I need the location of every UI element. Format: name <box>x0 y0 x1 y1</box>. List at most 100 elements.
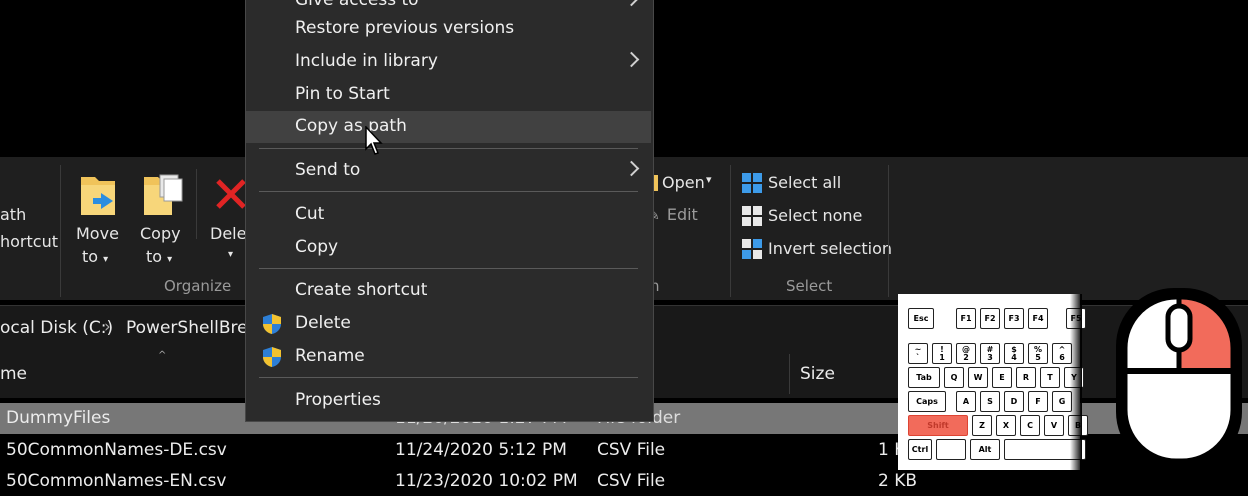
menu-item-properties[interactable]: Properties <box>246 385 651 417</box>
menu-item-label: Send to <box>295 160 361 180</box>
menu-separator <box>259 268 638 269</box>
copy-to-label2: to <box>146 247 163 266</box>
menu-item-label: Restore previous versions <box>295 18 515 38</box>
key-f3: F3 <box>1004 308 1024 329</box>
ribbon-divider <box>730 165 731 297</box>
organize-group-label: Organize <box>164 277 232 295</box>
key-esc: Esc <box>908 308 934 329</box>
uac-shield-icon <box>263 314 281 334</box>
menu-item-label: Copy as path <box>295 116 407 136</box>
menu-item-rename[interactable]: Rename <box>246 341 651 373</box>
ribbon-divider <box>60 165 61 297</box>
menu-item-pin-start[interactable]: Pin to Start <box>246 79 651 111</box>
invert-selection-icon <box>742 239 762 259</box>
key-3: # 3 <box>980 343 1000 364</box>
column-divider <box>789 354 790 394</box>
menu-separator <box>259 148 638 149</box>
select-none-button[interactable]: Select none <box>742 204 882 228</box>
edit-button[interactable]: ✎ Edit <box>648 205 698 224</box>
copy-to-label: Copy <box>140 224 181 243</box>
key-f: F <box>1028 391 1048 412</box>
menu-separator <box>259 377 638 378</box>
key-a: A <box>956 391 976 412</box>
column-size[interactable]: Size <box>800 364 835 384</box>
key-1: ! 1 <box>932 343 952 364</box>
file-type: CSV File <box>597 440 666 460</box>
file-date: 11/23/2020 10:02 PM <box>395 471 578 491</box>
menu-item-label: Include in library <box>295 51 438 71</box>
breadcrumb-powershell[interactable]: PowerShellBrea <box>126 318 258 338</box>
key-f2: F2 <box>980 308 1000 329</box>
menu-item-label: Give access to <box>295 0 419 10</box>
file-type: CSV File <box>597 471 666 491</box>
menu-item-include-library[interactable]: Include in library <box>246 46 651 78</box>
ribbon-partial-line1: ath <box>0 205 27 224</box>
key-2: @ 2 <box>956 343 976 364</box>
menu-item-label: Delete <box>295 313 351 333</box>
select-none-icon <box>742 206 762 226</box>
menu-item-send-to[interactable]: Send to <box>246 155 651 187</box>
keyboard-fade <box>1070 294 1082 470</box>
ribbon-partial-copy-path[interactable]: ath hortcut <box>0 205 58 251</box>
file-date: 11/24/2020 5:12 PM <box>395 440 567 460</box>
key-z: Z <box>972 415 992 436</box>
menu-item-label: Create shortcut <box>295 280 428 300</box>
menu-item-label: Cut <box>295 204 325 224</box>
menu-item-delete[interactable]: Delete <box>246 308 651 340</box>
breadcrumb-chevron-icon: › <box>104 317 111 337</box>
edit-label: Edit <box>666 205 698 224</box>
key-tab: Tab <box>908 367 940 388</box>
file-name: DummyFiles <box>6 408 111 428</box>
mouse-pointer-icon <box>365 126 383 155</box>
scroll-wheel-icon <box>1165 303 1193 353</box>
invert-selection-button[interactable]: Invert selection <box>742 237 892 261</box>
select-none-label: Select none <box>768 206 863 225</box>
menu-item-label: Properties <box>295 390 381 410</box>
key-x: X <box>996 415 1016 436</box>
key-g: G <box>1052 391 1072 412</box>
key-alt: Alt <box>970 439 1000 460</box>
open-label: Open <box>662 173 705 192</box>
move-to-label: Move <box>76 224 119 243</box>
invert-selection-label: Invert selection <box>768 239 893 258</box>
ribbon-divider <box>888 165 889 297</box>
menu-item-cut[interactable]: Cut <box>246 199 651 231</box>
select-group-label: Select <box>786 277 833 295</box>
file-name: 50CommonNames-EN.csv <box>6 471 227 491</box>
key-w: W <box>968 367 988 388</box>
file-name: 50CommonNames-DE.csv <box>6 440 227 460</box>
delete-dropdown-icon: ▾ <box>228 249 234 260</box>
move-to-label2: to <box>82 247 99 266</box>
key-win <box>936 439 966 460</box>
uac-shield-icon <box>263 347 281 367</box>
select-all-button[interactable]: Select all <box>742 171 882 195</box>
select-all-label: Select all <box>768 173 842 192</box>
key-shift-pressed: Shift <box>908 415 968 436</box>
delete-ribbon-button[interactable]: Delet ▾ <box>208 167 253 282</box>
menu-item-label: Rename <box>295 346 365 366</box>
delete-x-icon <box>216 179 246 209</box>
menu-item-copy-as-path[interactable]: Copy as path <box>246 111 651 143</box>
ribbon-divider <box>196 169 197 239</box>
key-c: C <box>1020 415 1040 436</box>
breadcrumb-local-disk[interactable]: ocal Disk (C:) <box>0 318 113 338</box>
move-to-icon <box>81 177 115 215</box>
select-all-icon <box>742 173 762 193</box>
key-e: E <box>992 367 1012 388</box>
key-v: V <box>1044 415 1064 436</box>
column-name[interactable]: me <box>0 364 27 384</box>
copy-to-icon <box>144 174 183 215</box>
key-f1: F1 <box>956 308 976 329</box>
copy-to-button[interactable]: Copy to ▾ <box>134 167 189 282</box>
menu-item-label: Pin to Start <box>295 84 390 104</box>
key-d: D <box>1004 391 1024 412</box>
context-menu: Give access to Restore previous versions… <box>245 0 654 422</box>
menu-separator <box>259 191 638 192</box>
menu-item-copy[interactable]: Copy <box>246 232 651 264</box>
key-4: $ 4 <box>1004 343 1024 364</box>
move-to-button[interactable]: Move to ▾ <box>70 167 125 282</box>
key-s: S <box>980 391 1000 412</box>
key-ctrl: Ctrl <box>908 439 932 460</box>
menu-item-restore-versions[interactable]: Restore previous versions <box>246 13 651 45</box>
menu-item-create-shortcut[interactable]: Create shortcut <box>246 275 651 307</box>
